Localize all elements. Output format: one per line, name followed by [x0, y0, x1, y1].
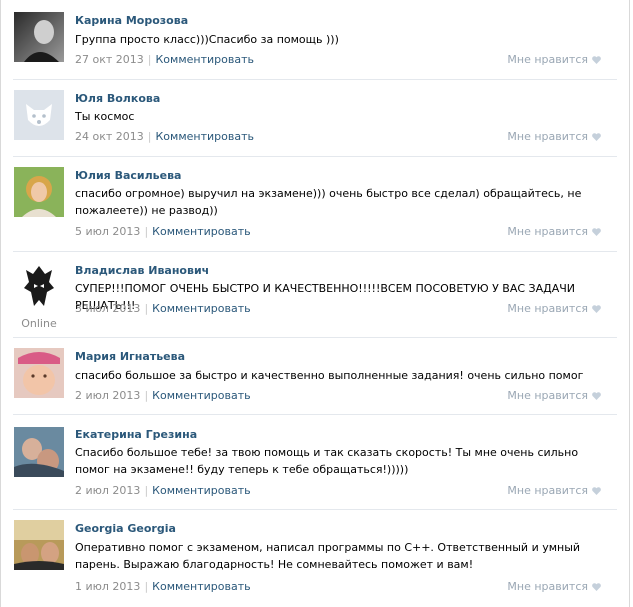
comment-text: спасибо огромное) выручил на экзамене)))…	[75, 187, 582, 217]
comment-link[interactable]: Комментировать	[152, 484, 250, 497]
heart-icon	[592, 305, 601, 313]
user-photo-icon	[14, 12, 64, 62]
tribal-mask-icon	[14, 262, 64, 312]
meta-separator: |	[147, 53, 152, 66]
like-button[interactable]: Мне нравится	[507, 225, 601, 238]
avatar[interactable]	[14, 348, 64, 398]
comment-text: Спасибо большое тебе! за твою помощь и т…	[75, 446, 579, 476]
user-photo-icon	[14, 348, 64, 398]
comment-link[interactable]: Комментировать	[152, 580, 250, 593]
wall-post: Юлия Васильева спасибо огромное) выручил…	[1, 157, 629, 252]
avatar[interactable]	[14, 262, 64, 312]
wall-post: Мария Игнатьева спасибо большое за быстр…	[1, 338, 629, 415]
post-date[interactable]: 1 июл 2013	[75, 580, 140, 593]
author-name-link[interactable]: Карина Морозова	[75, 14, 188, 27]
post-meta: 1 июл 2013 | Комментировать	[75, 580, 251, 593]
post-meta: 2 июл 2013 | Комментировать	[75, 484, 251, 497]
comment-text: спасибо большое за быстро и качественно …	[75, 369, 584, 382]
like-button[interactable]: Мне нравится	[507, 53, 601, 66]
post-date[interactable]: 24 окт 2013	[75, 130, 144, 143]
comment-link[interactable]: Комментировать	[152, 225, 250, 238]
meta-separator: |	[144, 484, 149, 497]
like-button[interactable]: Мне нравится	[507, 130, 601, 143]
post-date[interactable]: 5 июл 2013	[75, 225, 140, 238]
user-photo-icon	[14, 167, 64, 217]
like-label: Мне нравится	[507, 53, 588, 66]
like-label: Мне нравится	[507, 389, 588, 402]
author-name-link[interactable]: Юлия Васильева	[75, 169, 181, 182]
like-button[interactable]: Мне нравится	[507, 389, 601, 402]
wall-post: Юля Волкова Ты космос 24 окт 2013 | Коммен…	[1, 80, 629, 157]
user-photo-icon	[14, 427, 64, 477]
avatar[interactable]	[14, 12, 64, 62]
meta-separator: |	[144, 389, 149, 402]
author-name-link[interactable]: Мария Игнатьева	[75, 350, 185, 363]
wall-post: Georgia Georgia Оперативно помог с экзам…	[1, 510, 629, 607]
avatar[interactable]	[14, 427, 64, 477]
avatar[interactable]	[14, 90, 64, 140]
author-name-link[interactable]: Юля Волкова	[75, 92, 160, 105]
heart-icon	[592, 583, 601, 591]
wall-post: Екатерина Грезина Спасибо большое тебе! …	[1, 415, 629, 510]
comment-text: Ты космос	[75, 110, 135, 123]
post-meta: 3 июл 2013 | Комментировать	[75, 302, 251, 315]
author-name-link[interactable]: Владислав Иванович	[75, 264, 209, 277]
post-date[interactable]: 27 окт 2013	[75, 53, 144, 66]
heart-icon	[592, 56, 601, 64]
comment-link[interactable]: Комментировать	[152, 389, 250, 402]
meta-separator: |	[144, 580, 149, 593]
comment-link[interactable]: Комментировать	[152, 302, 250, 315]
meta-separator: |	[144, 302, 149, 315]
heart-icon	[592, 392, 601, 400]
wall-post: Карина Морозова Группа просто класс)))Сп…	[1, 0, 629, 80]
like-label: Мне нравится	[507, 130, 588, 143]
author-name-link[interactable]: Georgia Georgia	[75, 522, 176, 535]
like-label: Мне нравится	[507, 580, 588, 593]
comment-link[interactable]: Комментировать	[156, 130, 254, 143]
comment-link[interactable]: Комментировать	[156, 53, 254, 66]
wall-comments: Карина Морозова Группа просто класс)))Сп…	[0, 0, 630, 607]
comment-text: Группа просто класс)))Спасибо за помощь …	[75, 33, 339, 46]
user-photo-icon	[14, 520, 64, 570]
like-button[interactable]: Мне нравится	[507, 580, 601, 593]
post-date[interactable]: 2 июл 2013	[75, 389, 140, 402]
post-meta: 2 июл 2013 | Комментировать	[75, 389, 251, 402]
author-name-link[interactable]: Екатерина Грезина	[75, 428, 197, 441]
post-meta: 24 окт 2013 | Комментировать	[75, 130, 254, 143]
avatar[interactable]	[14, 167, 64, 217]
comment-text: Оперативно помог с экзаменом, написал пр…	[75, 541, 581, 571]
post-date[interactable]: 2 июл 2013	[75, 484, 140, 497]
post-date[interactable]: 3 июл 2013	[75, 302, 140, 315]
default-dog-icon	[14, 90, 64, 140]
like-label: Мне нравится	[507, 484, 588, 497]
post-meta: 27 окт 2013 | Комментировать	[75, 53, 254, 66]
meta-separator: |	[144, 225, 149, 238]
post-meta: 5 июл 2013 | Комментировать	[75, 225, 251, 238]
meta-separator: |	[147, 130, 152, 143]
heart-icon	[592, 228, 601, 236]
like-label: Мне нравится	[507, 225, 588, 238]
like-button[interactable]: Мне нравится	[507, 484, 601, 497]
like-button[interactable]: Мне нравится	[507, 302, 601, 315]
online-status: Online	[21, 317, 57, 330]
like-label: Мне нравится	[507, 302, 588, 315]
heart-icon	[592, 133, 601, 141]
avatar[interactable]	[14, 520, 64, 570]
wall-post: Online Владислав Иванович СУПЕР!!!ПОМОГ …	[1, 252, 629, 338]
heart-icon	[592, 487, 601, 495]
